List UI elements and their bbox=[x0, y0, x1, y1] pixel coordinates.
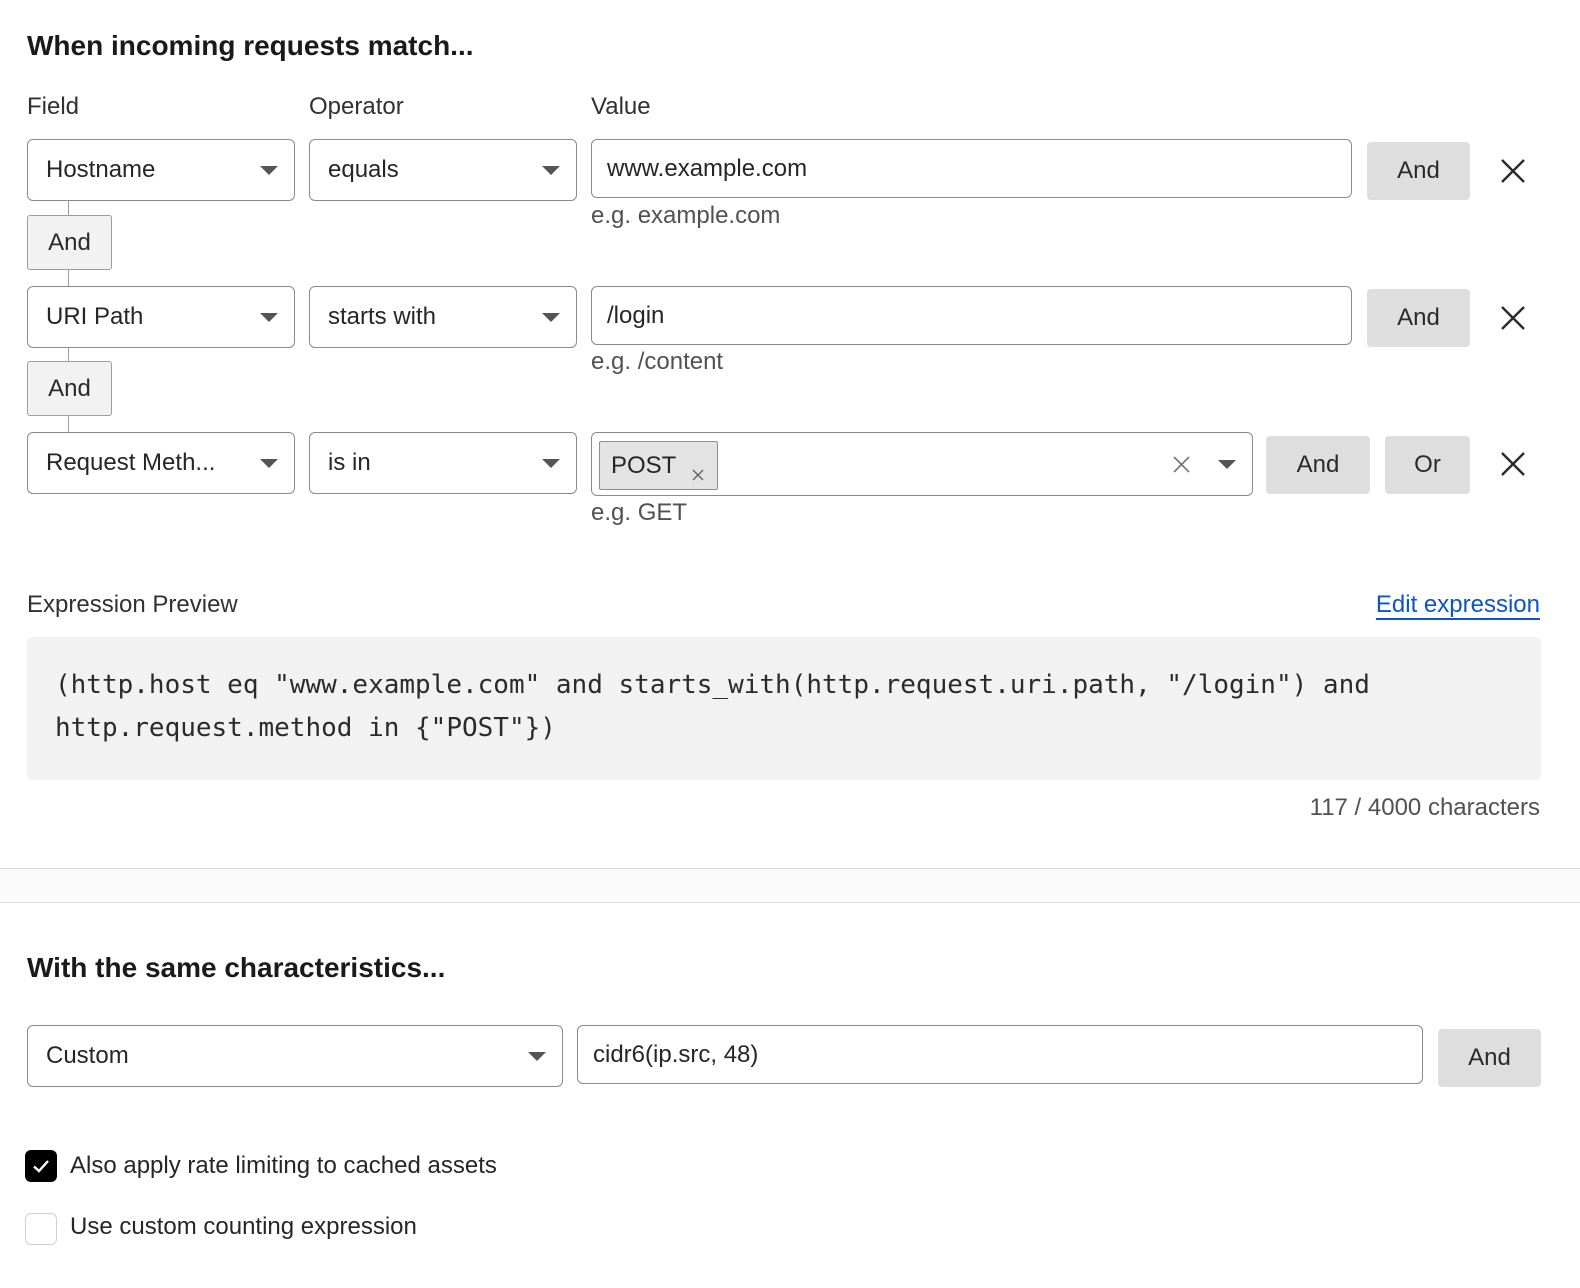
and-button-row2[interactable]: And bbox=[1367, 289, 1470, 347]
and-button-row1[interactable]: And bbox=[1367, 142, 1470, 200]
section-divider bbox=[0, 902, 1580, 903]
chevron-down-icon bbox=[528, 1052, 546, 1061]
field-select-request-method[interactable]: Request Meth... bbox=[27, 432, 295, 494]
clear-icon[interactable] bbox=[1173, 456, 1190, 473]
characteristic-and-button[interactable]: And bbox=[1438, 1029, 1541, 1087]
connector-and-button-1[interactable]: And bbox=[27, 215, 112, 270]
connector-and-button-2[interactable]: And bbox=[27, 361, 112, 416]
operator-select-is-in[interactable]: is in bbox=[309, 432, 577, 494]
or-button-row3[interactable]: Or bbox=[1385, 436, 1470, 494]
value-input-text: www.example.com bbox=[607, 154, 808, 182]
chevron-down-icon bbox=[260, 459, 278, 468]
cached-assets-checkbox[interactable] bbox=[25, 1150, 57, 1182]
tag-post: POST bbox=[599, 441, 718, 490]
operator-select-value: starts with bbox=[328, 303, 437, 330]
close-icon[interactable] bbox=[1497, 448, 1529, 480]
chevron-down-icon bbox=[260, 313, 278, 322]
chevron-down-icon bbox=[542, 166, 560, 175]
operator-select-equals[interactable]: equals bbox=[309, 139, 577, 201]
section-gap bbox=[0, 869, 1580, 902]
connector-line bbox=[68, 348, 69, 362]
edit-expression-link[interactable]: Edit expression bbox=[1376, 591, 1540, 619]
value-input-uri-path[interactable]: /login bbox=[591, 286, 1352, 345]
characteristic-select-value: Custom bbox=[46, 1042, 129, 1069]
and-button-row3[interactable]: And bbox=[1266, 436, 1370, 494]
connector-line bbox=[68, 416, 69, 433]
custom-counting-label: Use custom counting expression bbox=[70, 1213, 417, 1240]
character-count: 117 / 4000 characters bbox=[1309, 794, 1540, 821]
field-select-value: URI Path bbox=[46, 303, 144, 330]
chevron-down-icon bbox=[542, 459, 560, 468]
field-select-hostname[interactable]: Hostname bbox=[27, 139, 295, 201]
connector-line bbox=[68, 201, 69, 216]
chevron-down-icon bbox=[542, 313, 560, 322]
value-input-hostname[interactable]: www.example.com bbox=[591, 139, 1352, 198]
expression-preview-label: Expression Preview bbox=[27, 591, 238, 618]
chevron-down-icon bbox=[260, 166, 278, 175]
connector-line bbox=[68, 270, 69, 287]
field-column-label: Field bbox=[27, 93, 80, 120]
chevron-down-icon[interactable] bbox=[1218, 460, 1236, 469]
characteristic-select[interactable]: Custom bbox=[27, 1025, 563, 1087]
expression-line-2: http.request.method in {"POST"}) bbox=[55, 713, 556, 743]
custom-counting-checkbox[interactable] bbox=[25, 1213, 57, 1245]
close-icon[interactable] bbox=[1497, 302, 1529, 334]
value-hint-hostname: e.g. example.com bbox=[591, 202, 781, 229]
characteristic-value-input[interactable]: cidr6(ip.src, 48) bbox=[577, 1025, 1423, 1084]
expression-line-1: (http.host eq "www.example.com" and star… bbox=[55, 670, 1370, 700]
cached-assets-label: Also apply rate limiting to cached asset… bbox=[70, 1152, 497, 1179]
operator-select-value: is in bbox=[328, 449, 371, 476]
field-select-uri-path[interactable]: URI Path bbox=[27, 286, 295, 348]
tag-label: POST bbox=[611, 451, 677, 479]
operator-column-label: Operator bbox=[309, 93, 404, 120]
match-section-title: When incoming requests match... bbox=[27, 30, 474, 61]
value-input-text: /login bbox=[607, 301, 665, 329]
close-icon[interactable] bbox=[1497, 155, 1529, 187]
tag-remove-icon[interactable] bbox=[692, 460, 704, 481]
value-multiselect-methods[interactable]: POST bbox=[591, 432, 1253, 496]
operator-select-starts-with[interactable]: starts with bbox=[309, 286, 577, 348]
characteristics-title: With the same characteristics... bbox=[27, 952, 446, 983]
value-column-label: Value bbox=[591, 93, 651, 120]
operator-select-value: equals bbox=[328, 156, 399, 183]
checkmark-icon bbox=[33, 1160, 49, 1173]
expression-preview-box: (http.host eq "www.example.com" and star… bbox=[27, 637, 1541, 780]
value-hint-method: e.g. GET bbox=[591, 499, 688, 526]
field-select-value: Request Meth... bbox=[46, 449, 216, 476]
value-hint-uri-path: e.g. /content bbox=[591, 348, 724, 375]
characteristic-value-text: cidr6(ip.src, 48) bbox=[593, 1040, 759, 1068]
field-select-value: Hostname bbox=[46, 156, 156, 183]
